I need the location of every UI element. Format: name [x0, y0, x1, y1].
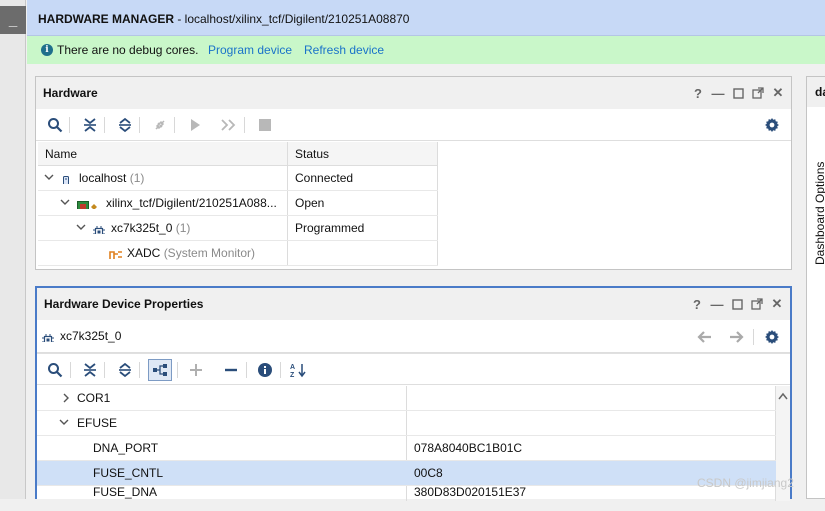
- tree-row[interactable]: localhost (1) Connected: [38, 166, 438, 191]
- row-status: Connected: [295, 171, 354, 185]
- remove-icon[interactable]: [222, 361, 240, 379]
- help-icon[interactable]: ?: [691, 86, 705, 101]
- sort-az-icon[interactable]: AZ: [290, 361, 308, 379]
- run-immediate-icon[interactable]: [220, 116, 238, 134]
- side-panel-title: da: [815, 85, 825, 99]
- auto-connect-icon[interactable]: [151, 116, 169, 134]
- property-name: COR1: [77, 391, 111, 405]
- collapse-all-icon[interactable]: [81, 116, 99, 134]
- properties-toolbar: AZ: [37, 353, 790, 385]
- property-row[interactable]: COR1: [37, 386, 776, 411]
- property-value: 078A8040BC1B01C: [414, 441, 523, 455]
- property-row[interactable]: DNA_PORT 078A8040BC1B01C: [37, 436, 776, 461]
- property-name: EFUSE: [77, 416, 118, 430]
- board-icon: [77, 197, 99, 209]
- column-header-row: Name Status: [38, 142, 438, 166]
- back-arrow-icon[interactable]: [695, 328, 713, 346]
- help-icon[interactable]: ?: [690, 297, 704, 312]
- chevron-down-icon[interactable]: [76, 216, 86, 240]
- row-name: XADC: [127, 246, 161, 260]
- collapse-button[interactable]: _: [0, 6, 26, 34]
- run-trigger-icon[interactable]: [186, 116, 204, 134]
- dashboard-side-panel: da Dashboard Options: [806, 76, 825, 499]
- search-icon[interactable]: [46, 116, 64, 134]
- chip-icon: [93, 222, 105, 234]
- info-icon: i: [41, 44, 53, 56]
- float-icon[interactable]: [750, 297, 764, 311]
- hardware-toolbar: [36, 109, 791, 141]
- hardware-panel: Hardware ? — ✕ Name Status localhost (1)…: [35, 76, 792, 270]
- chevron-down-icon[interactable]: [59, 411, 69, 435]
- row-count: (1): [129, 171, 145, 185]
- float-icon[interactable]: [751, 86, 765, 100]
- minimize-icon[interactable]: —: [710, 297, 724, 312]
- forward-arrow-icon[interactable]: [728, 328, 746, 346]
- dashboard-options-label: Dashboard Options: [813, 161, 825, 265]
- row-status: Open: [295, 196, 325, 210]
- svg-text:Z: Z: [290, 372, 295, 378]
- tree-row[interactable]: XADC (System Monitor): [38, 241, 438, 266]
- hardware-panel-header: Hardware ? — ✕: [36, 77, 791, 109]
- row-count: (1): [175, 221, 191, 235]
- xadc-icon: [109, 247, 123, 259]
- search-icon[interactable]: [46, 361, 64, 379]
- refresh-device-link[interactable]: Refresh device: [304, 43, 384, 57]
- chevron-down-icon[interactable]: [44, 166, 54, 190]
- stop-icon[interactable]: [256, 116, 274, 134]
- program-device-link[interactable]: Program device: [208, 43, 292, 57]
- column-status-header[interactable]: Status: [295, 142, 329, 166]
- device-name: xc7k325t_0: [60, 329, 122, 343]
- scroll-up-icon[interactable]: [778, 389, 788, 403]
- dashboard-options-tab[interactable]: Dashboard Options: [811, 157, 825, 277]
- title-bar: HARDWARE MANAGER - localhost/xilinx_tcf/…: [27, 0, 825, 36]
- info-message: There are no debug cores.: [57, 43, 199, 57]
- maximize-icon[interactable]: [730, 297, 744, 311]
- hardware-panel-title: Hardware: [43, 86, 98, 100]
- minimize-icon[interactable]: —: [711, 86, 725, 101]
- property-value: 380D83D020151E37: [414, 485, 527, 499]
- settings-gear-icon[interactable]: [763, 328, 781, 346]
- property-name: FUSE_DNA: [93, 485, 158, 499]
- tree-row[interactable]: xilinx_tcf/Digilent/210251A088... Open: [38, 191, 438, 216]
- column-name-header[interactable]: Name: [45, 142, 77, 166]
- info-circle-icon[interactable]: [256, 361, 274, 379]
- properties-panel-header: Hardware Device Properties ? — ✕: [37, 288, 790, 320]
- svg-text:A: A: [290, 364, 295, 371]
- property-row[interactable]: EFUSE: [37, 411, 776, 436]
- info-bar: i There are no debug cores. Program devi…: [27, 36, 825, 64]
- row-count: (System Monitor): [163, 246, 256, 260]
- row-name: xilinx_tcf/Digilent/210251A088...: [106, 196, 277, 210]
- row-name: localhost: [79, 171, 127, 185]
- expand-all-icon[interactable]: [116, 361, 134, 379]
- expand-all-icon[interactable]: [116, 116, 134, 134]
- watermark: CSDN @jimjiang2: [697, 476, 794, 490]
- close-icon[interactable]: ✕: [770, 296, 784, 311]
- chevron-right-icon[interactable]: [61, 386, 71, 410]
- add-icon[interactable]: [187, 361, 205, 379]
- device-bar: xc7k325t_0: [37, 320, 790, 353]
- title-path: - localhost/xilinx_tcf/Digilent/210251A0…: [174, 12, 410, 26]
- collapse-all-icon[interactable]: [81, 361, 99, 379]
- side-panel-header: da: [807, 77, 825, 107]
- properties-panel-title: Hardware Device Properties: [44, 297, 204, 311]
- close-icon[interactable]: ✕: [771, 85, 785, 100]
- title-prefix: HARDWARE MANAGER: [38, 12, 174, 26]
- chevron-down-icon[interactable]: [60, 191, 70, 215]
- row-status: Programmed: [295, 221, 365, 235]
- server-icon: [63, 172, 69, 184]
- row-name: xc7k325t_0: [111, 221, 173, 235]
- left-strip: [0, 0, 26, 499]
- property-name: DNA_PORT: [93, 441, 159, 455]
- properties-panel: Hardware Device Properties ? — ✕ xc7k325…: [35, 286, 792, 501]
- chip-icon: [42, 330, 54, 342]
- group-by-category-icon[interactable]: [148, 359, 172, 381]
- tree-row[interactable]: xc7k325t_0 (1) Programmed: [38, 216, 438, 241]
- maximize-icon[interactable]: [731, 86, 745, 100]
- settings-gear-icon[interactable]: [763, 116, 781, 134]
